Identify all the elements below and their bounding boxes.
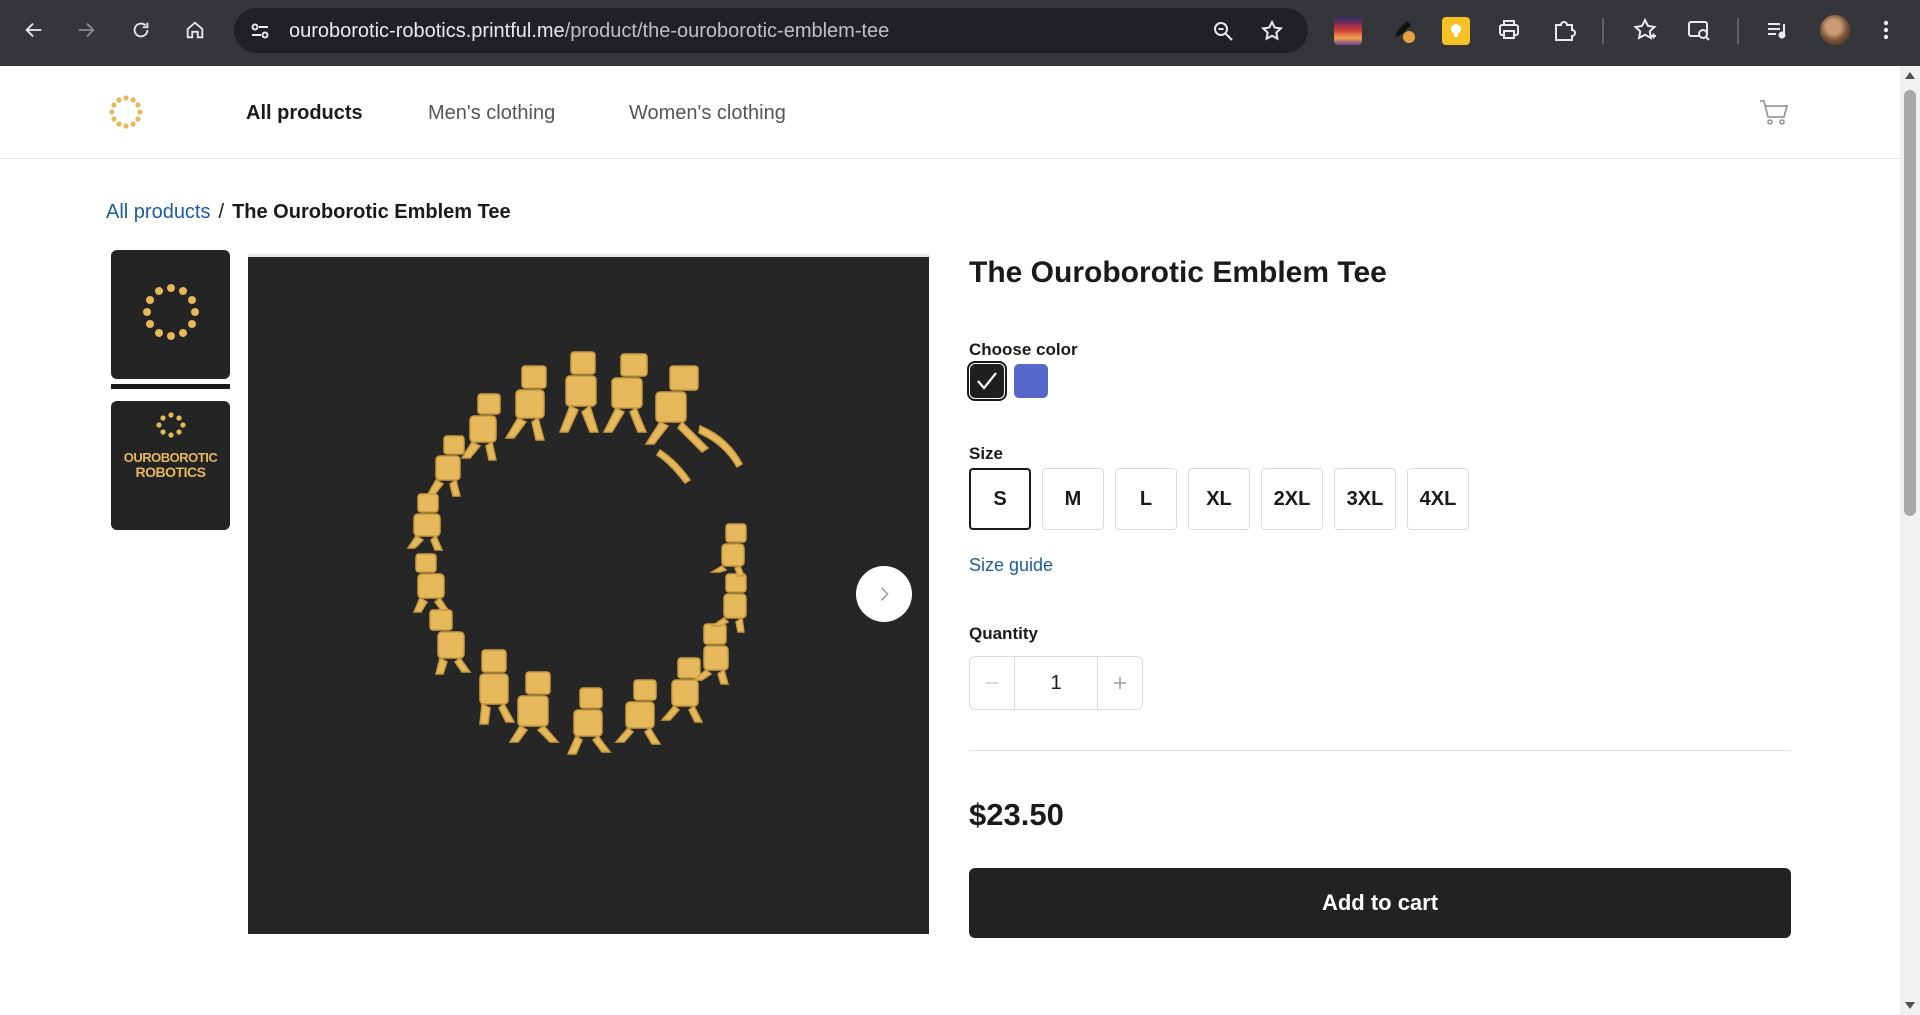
breadcrumb-current: The Ouroborotic Emblem Tee — [232, 201, 511, 223]
breadcrumb-separator: / — [218, 201, 225, 223]
quantity-input[interactable] — [1015, 656, 1097, 710]
extension-sunset-icon[interactable] — [1334, 17, 1362, 45]
product-main-image — [248, 254, 929, 934]
thumbnail-text-line1: OUROBOROTIC — [123, 450, 218, 465]
add-to-cart-button[interactable]: Add to cart — [969, 868, 1791, 938]
image-top-edge — [248, 254, 929, 257]
tab-search-icon[interactable] — [1685, 16, 1713, 44]
color-swatch-blue[interactable] — [1014, 364, 1048, 398]
extension-printer-icon[interactable] — [1495, 16, 1523, 44]
url-path: /product/the-ouroborotic-emblem-tee — [564, 20, 890, 42]
quantity-decrease-button[interactable] — [969, 656, 1015, 710]
extensions-puzzle-icon[interactable] — [1550, 16, 1578, 44]
home-icon — [186, 21, 204, 39]
profile-avatar[interactable] — [1820, 15, 1850, 45]
bookmark-star-icon[interactable] — [1260, 19, 1284, 43]
chevron-right-icon — [880, 587, 889, 601]
arrow-left-icon — [25, 22, 42, 38]
toolbar-separator — [1737, 18, 1739, 44]
scroll-down-arrow-icon[interactable] — [1905, 1002, 1915, 1009]
media-queue-icon[interactable] — [1764, 16, 1792, 44]
toolbar-separator — [1602, 18, 1604, 44]
thumbnail-text-line2: ROBOTICS — [135, 464, 206, 480]
more-menu-icon[interactable] — [1872, 16, 1900, 44]
scrollbar-thumb[interactable] — [1904, 90, 1916, 516]
thumbnail-active-indicator — [111, 384, 230, 389]
page-scrollbar[interactable] — [1900, 66, 1920, 1015]
nav-womens-clothing[interactable]: Women's clothing — [629, 102, 786, 125]
next-image-button[interactable] — [856, 566, 912, 622]
plus-icon — [1114, 677, 1126, 689]
breadcrumb-all-products[interactable]: All products — [106, 201, 211, 223]
emblem-thumbnail-image — [143, 284, 199, 340]
product-price: $23.50 — [969, 797, 1064, 832]
site-settings-icon[interactable] — [248, 19, 272, 43]
size-4xl-button[interactable]: 4XL — [1407, 468, 1469, 530]
back-button[interactable] — [14, 10, 54, 50]
address-bar[interactable]: ouroborotic-robotics.printful.me/product… — [234, 8, 1308, 53]
ouroboros-robots-emblem — [406, 351, 747, 755]
size-2xl-button[interactable]: 2XL — [1261, 468, 1323, 530]
size-3xl-button[interactable]: 3XL — [1334, 468, 1396, 530]
robot-figure — [558, 351, 600, 433]
store-logo[interactable] — [108, 94, 144, 130]
color-label: Choose color — [969, 340, 1078, 359]
reload-button[interactable] — [121, 10, 161, 50]
home-button[interactable] — [175, 10, 215, 50]
quantity-label: Quantity — [969, 624, 1038, 643]
checkmark-icon — [977, 372, 997, 390]
site-header: All products Men's clothing Women's clot… — [0, 66, 1900, 159]
arrow-right-icon — [78, 22, 95, 38]
scroll-up-arrow-icon[interactable] — [1905, 72, 1915, 79]
extension-lightbulb-icon[interactable] — [1442, 17, 1470, 45]
extension-pen-icon[interactable] — [1389, 16, 1417, 44]
forward-button[interactable] — [66, 10, 106, 50]
minus-icon — [986, 682, 998, 684]
color-swatch-black[interactable] — [967, 361, 1007, 401]
cart-button[interactable] — [1758, 96, 1790, 128]
nav-mens-clothing[interactable]: Men's clothing — [428, 102, 555, 125]
size-m-button[interactable]: M — [1042, 468, 1104, 530]
size-s-button[interactable]: S — [969, 468, 1031, 530]
reload-icon — [133, 22, 149, 38]
size-label: Size — [969, 444, 1004, 463]
zoom-icon[interactable] — [1211, 19, 1235, 43]
url-host: ouroborotic-robotics.printful.me — [289, 20, 565, 42]
size-guide-link[interactable]: Size guide — [969, 555, 1053, 576]
quantity-increase-button[interactable] — [1097, 656, 1143, 710]
thumbnail-emblem[interactable] — [111, 250, 230, 379]
divider — [969, 750, 1791, 751]
breadcrumb: All products / The Ouroborotic Emblem Tee — [106, 201, 511, 224]
url-text: ouroborotic-robotics.printful.me/product… — [289, 20, 889, 43]
thumbnail-logo-text[interactable]: OUROBOROTIC ROBOTICS — [111, 401, 230, 530]
browser-toolbar: ouroborotic-robotics.printful.me/product… — [0, 0, 1920, 66]
bookmarks-star-icon[interactable] — [1631, 16, 1659, 44]
nav-all-products[interactable]: All products — [246, 102, 363, 125]
shopping-cart-icon — [1760, 100, 1789, 125]
size-xl-button[interactable]: XL — [1188, 468, 1250, 530]
size-l-button[interactable]: L — [1115, 468, 1177, 530]
product-page: All products Men's clothing Women's clot… — [0, 66, 1900, 1015]
ouroboros-logo-icon — [109, 95, 143, 129]
product-title: The Ouroborotic Emblem Tee — [969, 256, 1387, 289]
